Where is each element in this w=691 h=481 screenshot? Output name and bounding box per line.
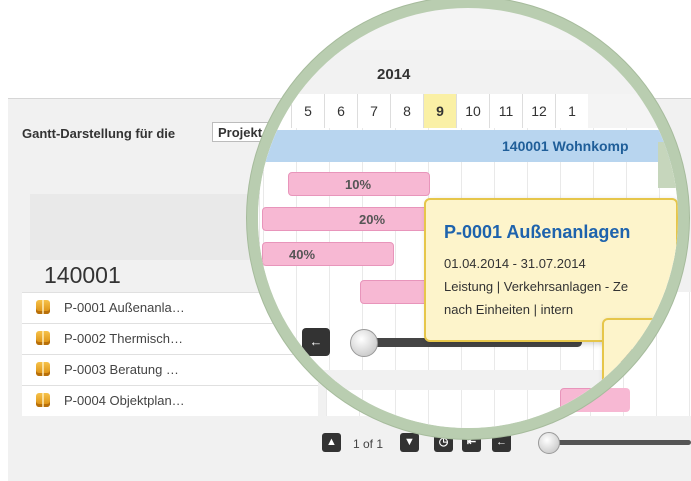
month-cell: 7 [357,94,390,128]
month-cell: 5 [291,94,324,128]
tooltip-line: nach Einheiten | intern [444,302,574,317]
task-bar-progress: 20% [359,212,386,227]
tooltip-title: P-0001 Außenanlagen [444,222,631,242]
package-icon [36,331,50,345]
month-cell: 1 [555,94,588,128]
tooltip-dates: 01.04.2014 - 31.07.2014 [444,256,586,271]
arrow-left-icon[interactable]: ← [492,433,511,452]
month-header: 4 5 6 7 8 9 10 11 12 1 [258,94,588,128]
package-icon [36,362,50,376]
task-label: P-0003 Beratung … [64,362,179,377]
year-header [258,50,678,94]
zoom-slider-knob[interactable] [538,432,560,454]
tooltip-line: Leistung | Verkehrsanlagen - Ze [444,279,629,294]
zoom-slider-knob[interactable] [350,329,378,357]
tooltip-line: nach Einhe [622,404,678,416]
arrow-down-icon[interactable]: ▼ [400,433,419,452]
clock-icon[interactable]: ◷ [434,433,453,452]
pager-text: 1 of 1 [353,437,384,451]
task-bar-progress: 10% [345,177,372,192]
task-label: P-0004 Objektplan… [64,393,185,408]
tooltip-line: Leistung | [622,384,670,396]
gantt-view-label: Gantt-Darstellung für die [22,126,176,141]
lens-edge-shade [658,142,678,188]
package-icon [36,300,50,314]
zoom-slider-track[interactable] [548,440,691,445]
month-cell: 6 [324,94,357,128]
arrow-first-icon[interactable]: ⇤ [462,433,481,452]
task-bar[interactable]: 20% [262,207,430,231]
project-title: 140001 [44,262,121,288]
task-bar[interactable]: 10% [288,172,430,196]
month-cell: 10 [456,94,489,128]
tooltip-title: -0001 [634,340,673,357]
magnifier-lens: 2014 4 5 6 7 8 9 10 11 12 1 140001 Wohnk… [258,8,678,428]
month-cell-current: 9 [423,94,456,128]
arrow-up-icon[interactable]: ▲ [322,433,341,452]
summary-bar-label: 140001 Wohnkomp [502,138,629,154]
task-label: P-0002 Thermisch… [64,331,183,346]
package-icon [36,393,50,407]
month-cell: 12 [522,94,555,128]
task-bar[interactable]: 40% [262,242,394,266]
arrow-left-icon[interactable]: ← [302,328,330,356]
task-bar-progress: 40% [289,247,316,262]
year-label: 2014 [377,66,411,83]
task-label: P-0001 Außenanla… [64,300,185,315]
month-cell: 4 [258,94,291,128]
tooltip-dates: 01.04.201 [622,364,671,376]
month-cell: 8 [390,94,423,128]
task-tooltip-secondary: -0001 01.04.201 Leistung | nach Einhe [602,318,678,428]
month-cell: 11 [489,94,522,128]
